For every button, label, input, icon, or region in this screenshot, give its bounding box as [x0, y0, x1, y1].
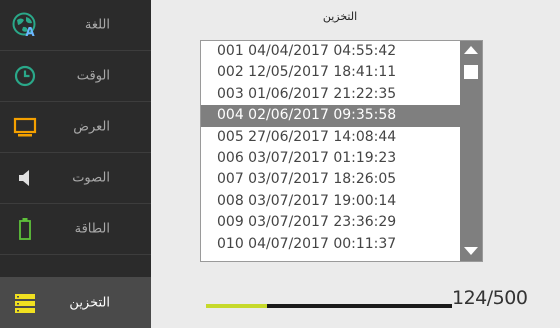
sidebar-item-language[interactable]: A اللغة — [0, 0, 151, 51]
list-item[interactable]: 003 01/06/2017 21:22:35 — [201, 84, 462, 105]
speaker-icon — [10, 163, 40, 193]
storage-progress-fill — [206, 304, 267, 308]
record-rows: 001 04/04/2017 04:55:42 002 12/05/2017 1… — [201, 41, 462, 255]
clock-icon — [10, 61, 40, 91]
sidebar-item-power[interactable]: الطاقة — [0, 204, 151, 255]
storage-count: 124/500 — [452, 287, 528, 309]
scrollbar[interactable] — [460, 41, 482, 261]
list-item[interactable]: 002 12/05/2017 18:41:11 — [201, 62, 462, 83]
scroll-thumb[interactable] — [464, 65, 478, 79]
sidebar-item-time[interactable]: الوقت — [0, 51, 151, 102]
list-item[interactable]: 009 03/07/2017 23:36:29 — [201, 212, 462, 233]
sidebar-item-label: الطاقة — [74, 221, 110, 237]
list-item[interactable]: 007 03/07/2017 18:26:05 — [201, 169, 462, 190]
sidebar-item-label: العرض — [73, 119, 110, 135]
scroll-down-icon[interactable] — [464, 247, 478, 255]
page-title: التخزين — [322, 10, 358, 23]
storage-progress-bar — [206, 304, 452, 308]
sidebar-item-label: اللغة — [84, 17, 110, 33]
scroll-up-icon[interactable] — [464, 46, 478, 54]
sidebar-item-label: الصوت — [72, 170, 110, 186]
sidebar: A اللغة الوقت العرض الصوت الطاقة التخزين — [0, 0, 151, 328]
sidebar-item-label: التخزين — [69, 295, 110, 310]
svg-text:A: A — [25, 25, 35, 38]
list-item[interactable]: 010 04/07/2017 00:11:37 — [201, 234, 462, 255]
globe-icon: A — [10, 10, 40, 40]
storage-screen: A اللغة الوقت العرض الصوت الطاقة التخزين… — [0, 0, 560, 328]
list-item[interactable]: 006 03/07/2017 01:19:23 — [201, 148, 462, 169]
sidebar-item-sound[interactable]: الصوت — [0, 153, 151, 204]
list-item[interactable]: 005 27/06/2017 14:08:44 — [201, 127, 462, 148]
list-item[interactable]: 008 03/07/2017 19:00:14 — [201, 191, 462, 212]
battery-icon — [10, 214, 40, 244]
monitor-icon — [10, 112, 40, 142]
sidebar-item-storage[interactable]: التخزين — [0, 277, 151, 328]
storage-icon — [10, 288, 40, 318]
list-item[interactable]: 001 04/04/2017 04:55:42 — [201, 41, 462, 62]
sidebar-item-display[interactable]: العرض — [0, 102, 151, 153]
list-item-selected[interactable]: 004 02/06/2017 09:35:58 — [201, 105, 462, 127]
sidebar-item-label: الوقت — [76, 68, 110, 84]
record-list[interactable]: 001 04/04/2017 04:55:42 002 12/05/2017 1… — [200, 40, 483, 262]
